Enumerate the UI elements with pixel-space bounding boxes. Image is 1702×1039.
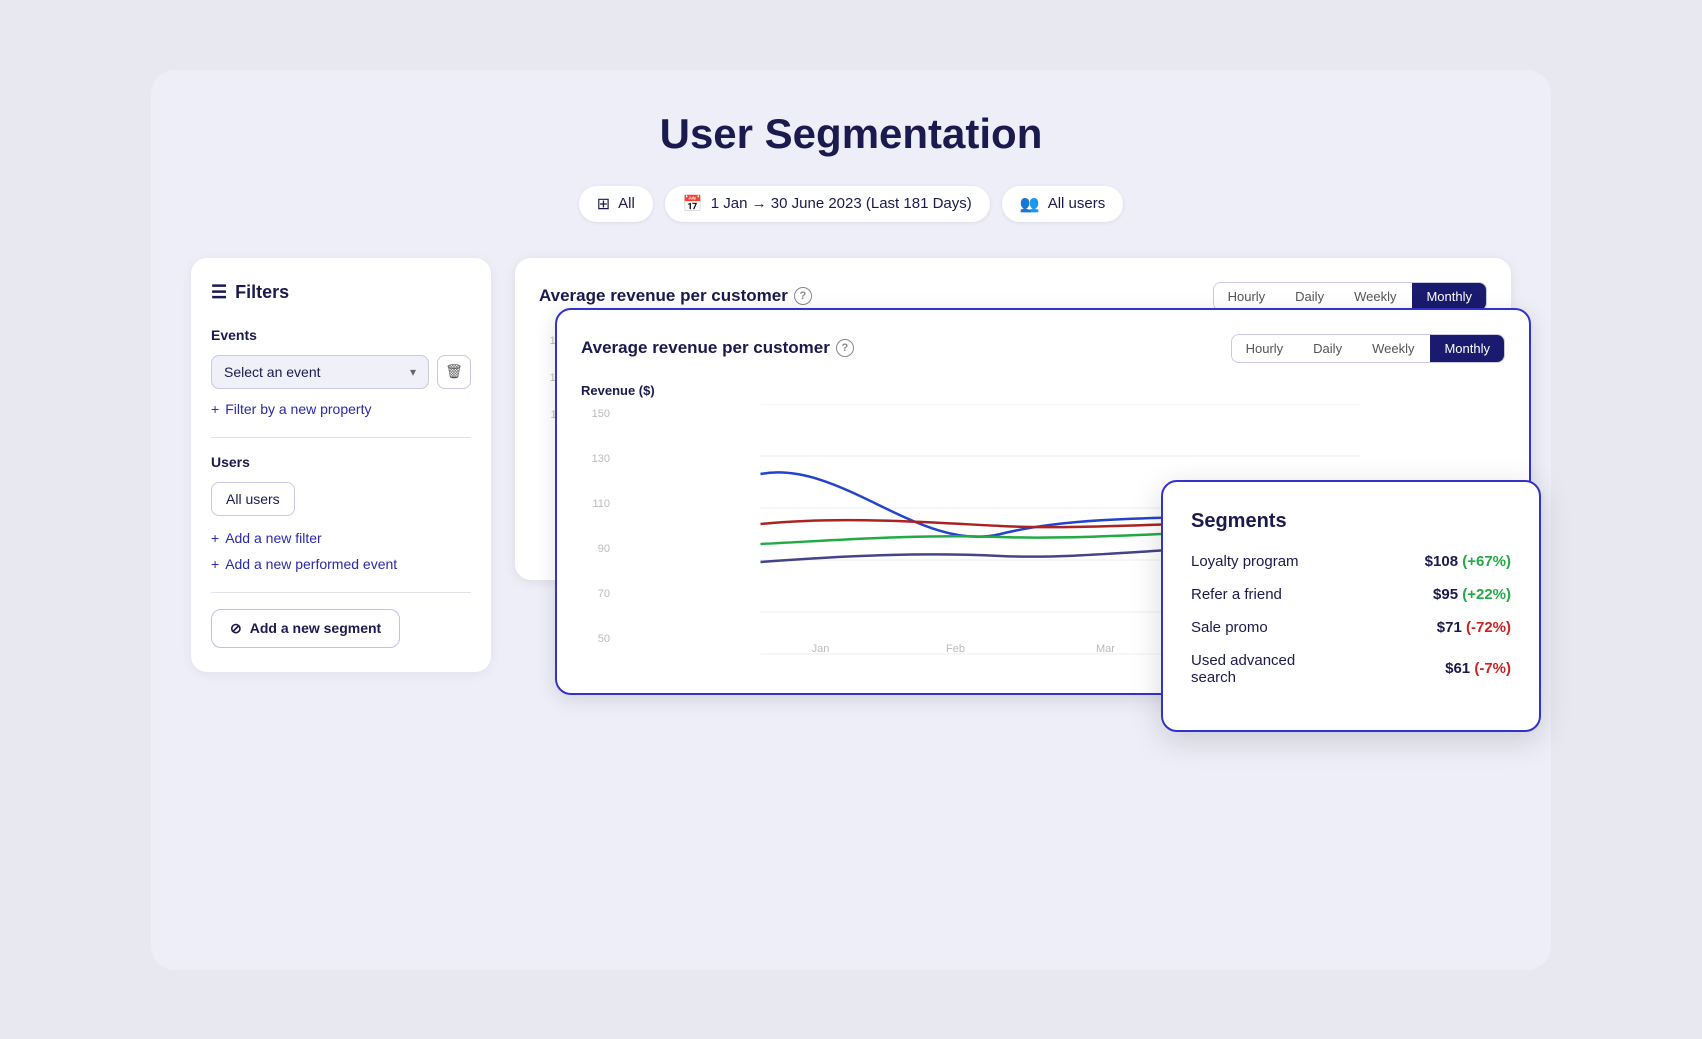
fg-tab-monthly[interactable]: Monthly (1430, 335, 1504, 362)
events-section: Events Select an event ▾ 🗑 + Filter by a… (211, 327, 471, 417)
event-select-dropdown[interactable]: Select an event ▾ (211, 355, 429, 389)
all-filter-label: All (618, 195, 635, 212)
svg-text:Mar: Mar (1096, 643, 1115, 655)
add-segment-label: Add a new segment (250, 620, 381, 636)
date-filter-btn[interactable]: 📅 1 Jan → 30 June 2023 (Last 181 Days) (665, 186, 990, 222)
app-container: User Segmentation ⊞ All 📅 1 Jan → 30 Jun… (151, 70, 1551, 970)
divider (211, 437, 471, 438)
add-filter-label: Add a new filter (225, 530, 322, 546)
add-performed-event-link[interactable]: + Add a new performed event (211, 556, 471, 572)
filters-header: ☰ Filters (211, 282, 471, 303)
info-icon: ? (794, 287, 812, 305)
fg-tab-daily[interactable]: Daily (1299, 335, 1356, 362)
users-filter-label: All users (1048, 195, 1106, 212)
chevron-down-icon: ▾ (410, 365, 416, 379)
fg-info-icon: ? (836, 339, 854, 357)
page-title: User Segmentation (191, 110, 1511, 158)
add-property-label: Filter by a new property (225, 401, 371, 417)
segment-name-sale: Sale promo (1191, 619, 1268, 636)
add-event-label: Add a new performed event (225, 556, 397, 572)
events-section-title: Events (211, 327, 471, 343)
segment-icon: ⊘ (230, 620, 242, 637)
all-filter-btn[interactable]: ⊞ All (579, 186, 653, 222)
svg-text:Feb: Feb (946, 643, 965, 655)
trash-icon: 🗑 (445, 363, 463, 380)
event-select-row: Select an event ▾ 🗑 (211, 355, 471, 389)
all-users-tag: All users (211, 482, 295, 516)
segment-row-loyalty: Loyalty program $108 (+67%) (1191, 553, 1511, 570)
plus-icon: + (211, 401, 219, 417)
filters-title: Filters (235, 282, 289, 303)
bg-tab-monthly[interactable]: Monthly (1412, 283, 1486, 310)
chart-area: Average revenue per customer ? Hourly Da… (515, 258, 1511, 672)
plus-icon-3: + (211, 556, 219, 572)
segment-name-loyalty: Loyalty program (1191, 553, 1299, 570)
bg-tab-daily[interactable]: Daily (1281, 283, 1338, 310)
users-icon: 👥 (1020, 194, 1040, 214)
segment-name-refer: Refer a friend (1191, 586, 1282, 603)
top-filters-bar: ⊞ All 📅 1 Jan → 30 June 2023 (Last 181 D… (191, 186, 1511, 222)
segments-popup: Segments Loyalty program $108 (+67%) Ref… (1161, 480, 1541, 732)
segments-title: Segments (1191, 510, 1511, 533)
bg-tab-weekly[interactable]: Weekly (1340, 283, 1410, 310)
segment-value-search: $61 (-7%) (1445, 660, 1511, 677)
add-filter-link[interactable]: + Add a new filter (211, 530, 471, 546)
users-section: Users All users + Add a new filter + Add… (211, 454, 471, 572)
svg-text:Jan: Jan (812, 643, 830, 655)
divider-2 (211, 592, 471, 593)
y-axis-title: Revenue ($) (581, 383, 1505, 398)
users-section-title: Users (211, 454, 471, 470)
add-property-link[interactable]: + Filter by a new property (211, 401, 471, 417)
fg-tab-hourly[interactable]: Hourly (1232, 335, 1298, 362)
bg-chart-header: Average revenue per customer ? Hourly Da… (539, 282, 1487, 311)
segment-value-sale: $71 (-72%) (1437, 619, 1511, 636)
segment-name-search: Used advancedsearch (1191, 652, 1295, 686)
bg-tab-hourly[interactable]: Hourly (1214, 283, 1280, 310)
segment-value-refer: $95 (+22%) (1433, 586, 1511, 603)
calendar-icon: 📅 (683, 194, 703, 214)
monitor-icon: ⊞ (597, 194, 610, 214)
fg-chart-title: Average revenue per customer ? (581, 338, 854, 358)
filters-icon: ☰ (211, 282, 227, 303)
fg-time-tabs: Hourly Daily Weekly Monthly (1231, 334, 1505, 363)
event-select-text: Select an event (224, 364, 321, 380)
fg-tab-weekly[interactable]: Weekly (1358, 335, 1428, 362)
plus-icon-2: + (211, 530, 219, 546)
segment-row-refer: Refer a friend $95 (+22%) (1191, 586, 1511, 603)
main-content: ☰ Filters Events Select an event ▾ 🗑 + (191, 258, 1511, 672)
add-segment-button[interactable]: ⊘ Add a new segment (211, 609, 400, 648)
segment-row-sale: Sale promo $71 (-72%) (1191, 619, 1511, 636)
bg-chart-title: Average revenue per customer ? (539, 286, 812, 306)
delete-event-button[interactable]: 🗑 (437, 355, 471, 389)
fg-chart-header: Average revenue per customer ? Hourly Da… (581, 334, 1505, 363)
filters-panel: ☰ Filters Events Select an event ▾ 🗑 + (191, 258, 491, 672)
segment-value-loyalty: $108 (+67%) (1425, 553, 1511, 570)
segment-row-search: Used advancedsearch $61 (-7%) (1191, 652, 1511, 686)
bg-time-tabs: Hourly Daily Weekly Monthly (1213, 282, 1487, 311)
date-filter-label: 1 Jan → 30 June 2023 (Last 181 Days) (711, 195, 972, 212)
users-filter-btn[interactable]: 👥 All users (1002, 186, 1123, 222)
